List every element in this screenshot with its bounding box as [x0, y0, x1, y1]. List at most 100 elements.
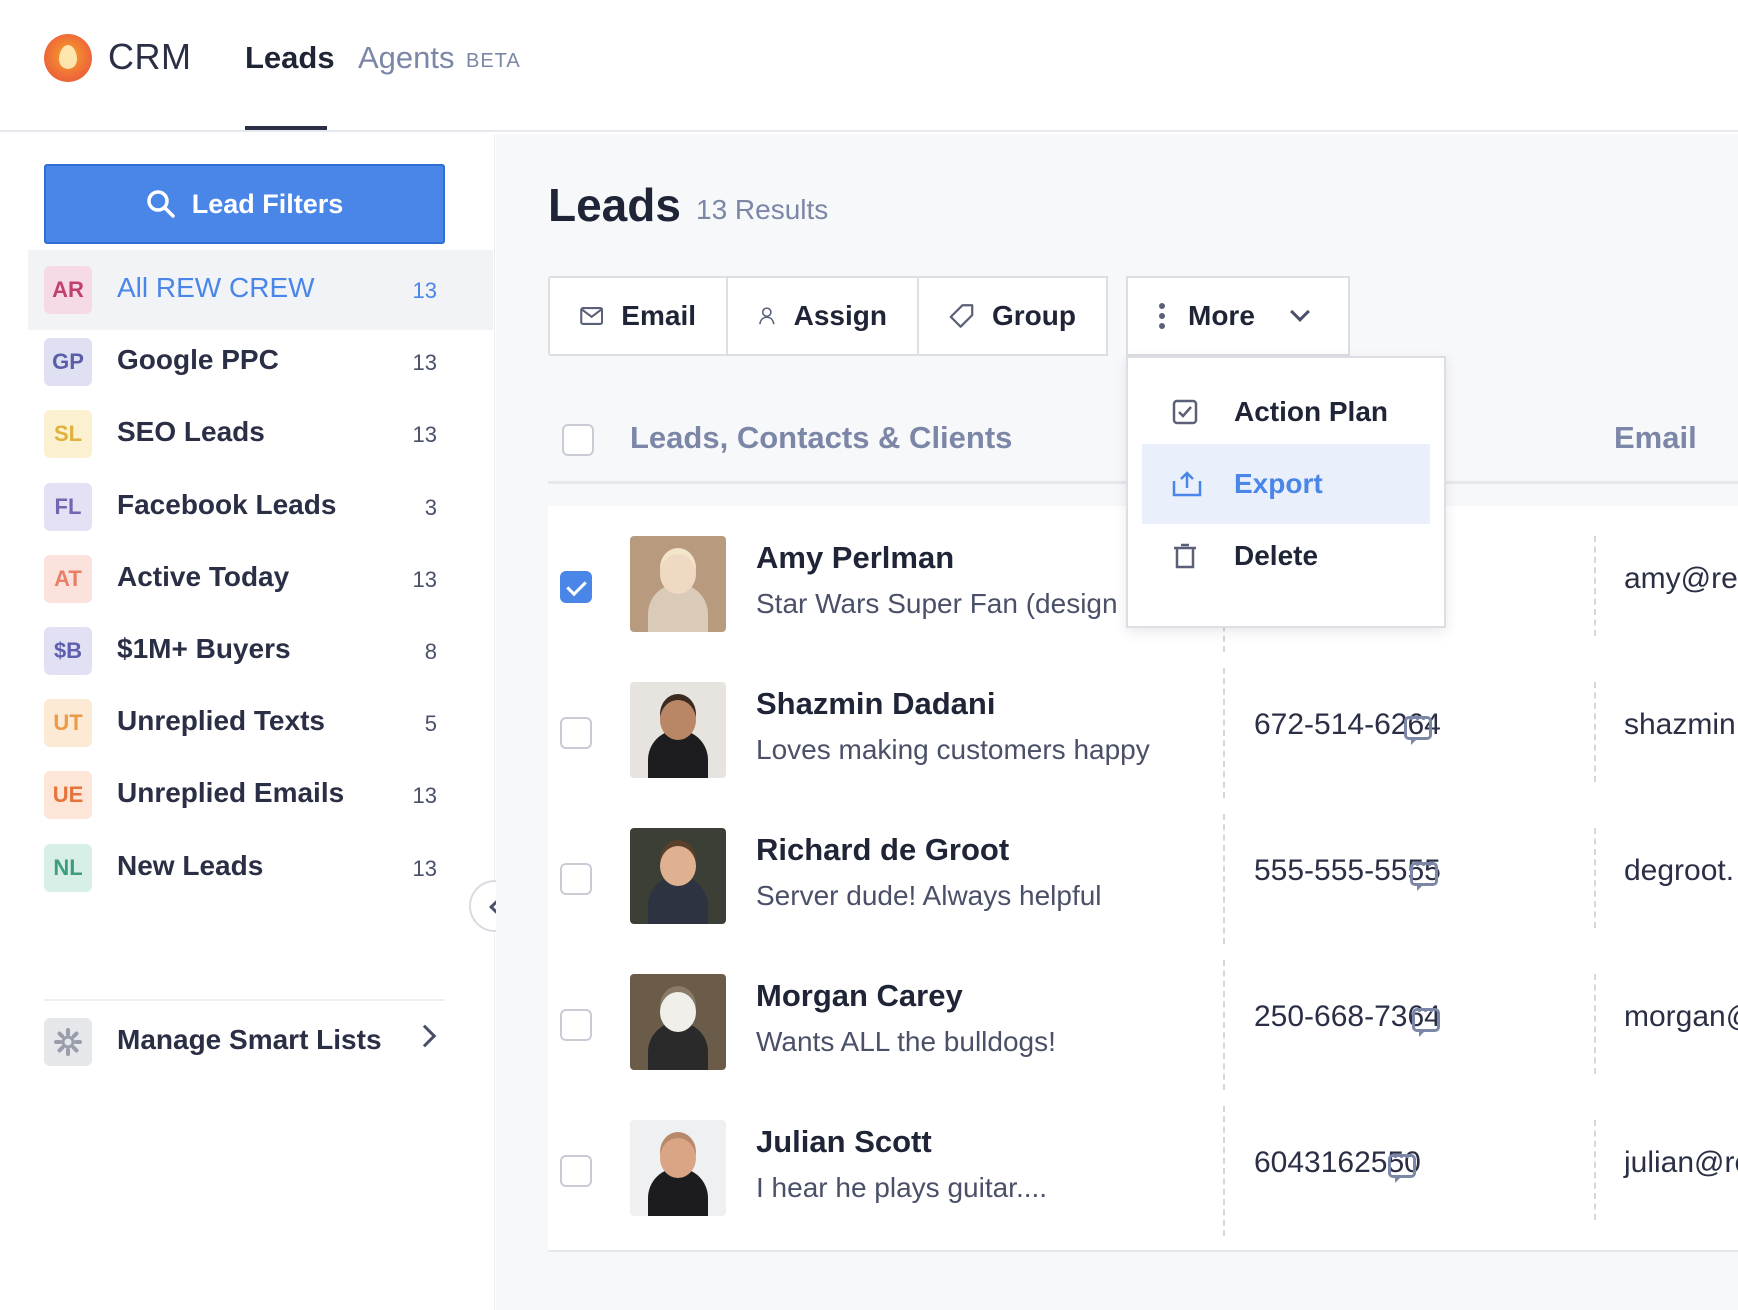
- gear-icon: [44, 1018, 92, 1066]
- smart-list-badge: $B: [44, 627, 92, 675]
- smart-list-label: $1M+ Buyers: [117, 633, 291, 664]
- avatar-head: [660, 1138, 696, 1178]
- menu-item-export[interactable]: Export: [1142, 444, 1430, 524]
- smart-list-item[interactable]: NL New Leads 13: [28, 828, 493, 908]
- checkbox-icon: [1172, 399, 1198, 425]
- table-row[interactable]: Julian Scott I hear he plays guitar.... 60…: [548, 1090, 1738, 1252]
- column-header-leads[interactable]: Leads, Contacts & Clients: [630, 420, 1012, 456]
- text-message-icon[interactable]: [1412, 1001, 1440, 1037]
- avatar-head: [660, 700, 696, 740]
- assign-button-label: Assign: [793, 300, 887, 331]
- smart-list-badge: UE: [44, 771, 92, 820]
- action-toolbar: Email Assign Group: [548, 276, 1108, 356]
- smart-list-item[interactable]: AT Active Today 13: [28, 539, 493, 619]
- lead-name[interactable]: Julian Scott: [756, 1124, 932, 1160]
- vertical-dots-icon: [1159, 303, 1165, 329]
- assign-button[interactable]: Assign: [726, 276, 919, 356]
- envelope-icon: [580, 307, 604, 325]
- table-row[interactable]: Shazmin Dadani Loves making customers hap…: [548, 652, 1738, 814]
- column-divider: [1223, 960, 1225, 1090]
- smart-list-count: 13: [412, 350, 437, 376]
- smart-list-count: 13: [412, 422, 437, 448]
- smart-list-item[interactable]: SL SEO Leads 13: [28, 394, 493, 474]
- sidebar: Lead Filters AR All REW CREW 13 GP Google PP…: [0, 134, 495, 1310]
- smart-list-item[interactable]: AR All REW CREW 13: [28, 250, 493, 330]
- row-checkbox[interactable]: [560, 1009, 592, 1041]
- beta-badge: BETA: [466, 50, 521, 72]
- column-header-email[interactable]: Email: [1614, 420, 1697, 456]
- row-checkbox[interactable]: [560, 717, 592, 749]
- lead-email[interactable]: degroot.: [1624, 854, 1734, 888]
- avatar-head: [660, 992, 696, 1032]
- column-divider: [1594, 828, 1596, 928]
- smart-list-badge: FL: [44, 482, 92, 531]
- lead-note: Loves making customers happy: [756, 734, 1150, 765]
- row-checkbox[interactable]: [560, 571, 592, 603]
- smart-list-label: Google PPC: [117, 344, 279, 376]
- column-divider: [1223, 668, 1225, 798]
- smart-list-count: 8: [424, 639, 437, 664]
- app-brand: CRM: [108, 36, 192, 77]
- row-checkbox[interactable]: [560, 1155, 592, 1187]
- smart-list-count: 3: [424, 494, 437, 520]
- group-button[interactable]: Group: [917, 276, 1108, 356]
- lead-email[interactable]: morgan@: [1624, 1000, 1738, 1034]
- flame-logo-icon: [44, 34, 92, 82]
- smart-list-badge: UT: [44, 699, 92, 748]
- email-button[interactable]: Email: [548, 276, 728, 356]
- menu-item-action-plan[interactable]: Action Plan: [1142, 372, 1430, 452]
- smart-list-label: Unreplied Emails: [117, 777, 345, 809]
- lead-name[interactable]: Shazmin Dadani: [756, 686, 995, 722]
- lead-name[interactable]: Morgan Carey: [756, 978, 963, 1014]
- smart-list-item[interactable]: UE Unreplied Emails 13: [28, 755, 493, 835]
- search-icon: [146, 190, 175, 218]
- lead-email[interactable]: shazmin: [1624, 708, 1736, 742]
- text-message-icon[interactable]: [1410, 855, 1438, 891]
- tag-icon: [949, 304, 974, 328]
- lead-email[interactable]: julian@re: [1624, 1146, 1738, 1180]
- lead-filters-button[interactable]: Lead Filters: [44, 164, 445, 244]
- trash-icon: [1174, 543, 1196, 569]
- avatar-head: [660, 846, 696, 886]
- lead-name[interactable]: Richard de Groot: [756, 832, 1009, 868]
- smart-list-item[interactable]: $B $1M+ Buyers 8: [28, 611, 493, 691]
- smart-list-badge: AT: [44, 554, 92, 603]
- table-row[interactable]: Morgan Carey Wants ALL the bulldogs! 250-6…: [548, 944, 1738, 1106]
- main-content: Leads 13 Results Email Assign Group More…: [496, 134, 1738, 1310]
- select-all-checkbox[interactable]: [562, 424, 594, 456]
- sidebar-divider: [44, 999, 445, 1001]
- smart-list-badge: AR: [44, 266, 92, 314]
- column-divider: [1594, 974, 1596, 1074]
- manage-smart-lists-label: Manage Smart Lists: [117, 1024, 382, 1055]
- avatar: [630, 828, 726, 924]
- lead-filters-label: Lead Filters: [191, 188, 344, 219]
- manage-smart-lists-item[interactable]: Manage Smart Lists: [28, 1002, 493, 1082]
- smart-list-label: New Leads: [117, 849, 264, 881]
- lead-name[interactable]: Amy Perlman: [756, 540, 954, 576]
- smart-list-item[interactable]: UT Unreplied Texts 5: [28, 683, 493, 763]
- more-button[interactable]: More: [1126, 276, 1350, 356]
- smart-list-badge: SL: [44, 410, 92, 459]
- export-icon: [1172, 471, 1202, 497]
- avatar: [630, 1120, 726, 1216]
- smart-list-count: 13: [412, 566, 437, 592]
- smart-list-label: SEO Leads: [117, 416, 265, 448]
- tab-leads[interactable]: Leads: [245, 40, 335, 76]
- smart-list-count: 13: [412, 855, 437, 881]
- lead-email[interactable]: amy@rev: [1624, 562, 1738, 596]
- table-row[interactable]: Richard de Groot Server dude! Always help…: [548, 798, 1738, 960]
- menu-item-delete[interactable]: Delete: [1142, 516, 1430, 596]
- smart-list-item[interactable]: GP Google PPC 13: [28, 322, 493, 402]
- chevron-right-icon: [413, 1024, 437, 1048]
- text-message-icon[interactable]: [1404, 709, 1432, 745]
- smart-list-item[interactable]: FL Facebook Leads 3: [28, 467, 493, 547]
- page-title: Leads: [548, 179, 681, 231]
- column-divider: [1223, 814, 1225, 944]
- text-message-icon[interactable]: [1388, 1147, 1416, 1183]
- row-checkbox[interactable]: [560, 863, 592, 895]
- avatar: [630, 536, 726, 632]
- email-button-label: Email: [621, 300, 696, 331]
- assign-user-icon: [759, 307, 775, 325]
- tab-agents[interactable]: Agents: [358, 40, 455, 76]
- smart-list-badge: GP: [44, 338, 92, 387]
